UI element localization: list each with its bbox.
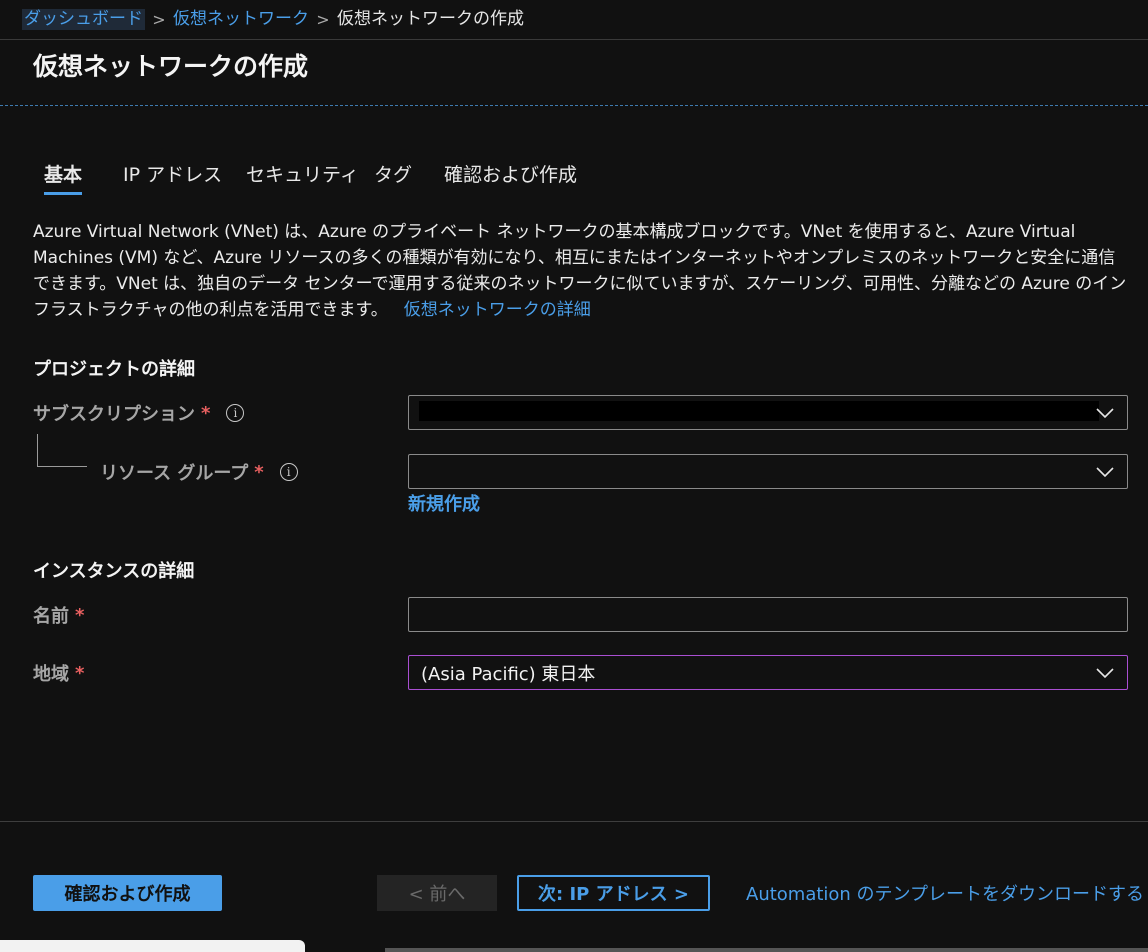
required-marker: * xyxy=(201,402,211,424)
page-title: 仮想ネットワークの作成 xyxy=(33,52,309,81)
required-marker: * xyxy=(254,461,264,483)
description: Azure Virtual Network (VNet) は、Azure のプラ… xyxy=(33,219,1128,323)
breadcrumb: ダッシュボード > 仮想ネットワーク > 仮想ネットワークの作成 xyxy=(0,0,1148,40)
download-template-link[interactable]: Automation のテンプレートをダウンロードする xyxy=(746,880,1144,906)
chevron-down-icon xyxy=(1096,467,1114,478)
breadcrumb-dashboard-link[interactable]: ダッシュボード xyxy=(22,9,145,30)
taskbar-fragment xyxy=(0,940,305,952)
breadcrumb-separator-icon: > xyxy=(316,10,330,29)
chevron-down-icon xyxy=(1096,668,1114,679)
tree-connector xyxy=(37,434,87,467)
redacted-block xyxy=(419,401,1099,421)
required-marker: * xyxy=(75,662,85,684)
tab-tags[interactable]: タグ xyxy=(374,160,412,195)
scrollbar-track[interactable] xyxy=(385,948,1148,952)
region-label-text: 地域 xyxy=(33,664,69,685)
region-dropdown[interactable]: (Asia Pacific) 東日本 xyxy=(408,655,1128,690)
breadcrumb-virtual-network-link[interactable]: 仮想ネットワーク xyxy=(173,11,309,28)
breadcrumb-current: 仮想ネットワークの作成 xyxy=(337,9,524,29)
subscription-label: サブスクリプション * i xyxy=(33,400,245,426)
resource-group-label: リソース グループ * i xyxy=(100,459,298,485)
info-icon[interactable]: i xyxy=(226,404,245,422)
chevron-down-icon xyxy=(1096,408,1114,419)
next-button[interactable]: 次: IP アドレス > xyxy=(517,875,710,911)
tab-security[interactable]: セキュリティ xyxy=(246,160,359,195)
create-new-resource-group-link[interactable]: 新規作成 xyxy=(408,490,480,516)
info-icon[interactable]: i xyxy=(279,463,298,481)
region-value: (Asia Pacific) 東日本 xyxy=(421,663,596,685)
tab-ip-addresses[interactable]: IP アドレス xyxy=(123,160,222,195)
tab-review-create[interactable]: 確認および作成 xyxy=(444,160,577,195)
breadcrumb-separator-icon: > xyxy=(152,10,166,29)
footer-divider xyxy=(0,821,1148,822)
previous-button[interactable]: < 前へ xyxy=(377,875,497,911)
review-create-button[interactable]: 確認および作成 xyxy=(33,875,222,911)
resource-group-dropdown[interactable] xyxy=(408,454,1128,489)
name-input[interactable] xyxy=(408,597,1128,632)
tab-basics[interactable]: 基本 xyxy=(44,160,83,195)
subscription-dropdown[interactable] xyxy=(408,395,1128,430)
name-label-text: 名前 xyxy=(33,606,69,627)
instance-details-heading: インスタンスの詳細 xyxy=(33,561,195,582)
title-divider xyxy=(0,105,1148,106)
required-marker: * xyxy=(75,604,85,626)
region-label: 地域 * xyxy=(33,660,84,686)
resource-group-label-text: リソース グループ xyxy=(100,463,249,484)
subscription-label-text: サブスクリプション xyxy=(33,404,195,425)
project-details-heading: プロジェクトの詳細 xyxy=(33,359,195,380)
name-label: 名前 * xyxy=(33,602,84,628)
learn-more-link[interactable]: 仮想ネットワークの詳細 xyxy=(404,300,591,320)
